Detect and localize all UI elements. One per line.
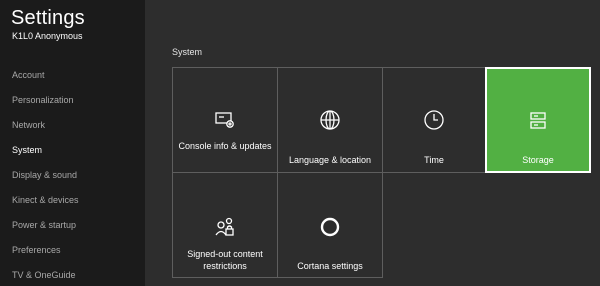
tile-time[interactable]: Time [382, 67, 486, 173]
tile-language-location[interactable]: Language & location [277, 67, 383, 173]
tile-label: Language & location [288, 155, 372, 165]
sidebar-item-personalization[interactable]: Personalization [12, 92, 137, 108]
sidebar-item-kinect-devices[interactable]: Kinect & devices [12, 192, 137, 208]
people-lock-icon [213, 215, 237, 239]
tile-label: Time [424, 155, 444, 165]
section-title: System [172, 47, 203, 57]
tile-storage[interactable]: Storage [485, 67, 591, 173]
tile-label: Console info & updates [178, 141, 272, 151]
globe-icon [318, 108, 342, 132]
tile-signed-out-restrictions[interactable]: Signed-out content restrictions [172, 172, 278, 278]
sidebar-item-display-sound[interactable]: Display & sound [12, 167, 137, 183]
console-info-icon [213, 108, 237, 132]
sidebar-item-power-startup[interactable]: Power & startup [12, 217, 137, 233]
tile-cortana-settings[interactable]: Cortana settings [277, 172, 383, 278]
sidebar-item-system[interactable]: System [12, 142, 137, 158]
cortana-icon [318, 215, 342, 239]
clock-icon [422, 108, 446, 132]
tile-label: Storage [522, 155, 554, 165]
app-title: Settings [11, 7, 85, 29]
sidebar-item-account[interactable]: Account [12, 67, 137, 83]
tile-console-info[interactable]: Console info & updates [172, 67, 278, 173]
sidebar-item-preferences[interactable]: Preferences [12, 242, 137, 258]
user-gamertag: K1L0 Anonymous [12, 31, 83, 41]
sidebar-item-network[interactable]: Network [12, 117, 137, 133]
sidebar-item-tv-oneguide[interactable]: TV & OneGuide [12, 267, 137, 283]
sidebar: Settings K1L0 Anonymous Account Personal… [0, 0, 145, 286]
storage-icon [526, 109, 550, 133]
tile-label: Cortana settings [297, 261, 363, 271]
tile-label: Signed-out content restrictions [187, 249, 263, 271]
